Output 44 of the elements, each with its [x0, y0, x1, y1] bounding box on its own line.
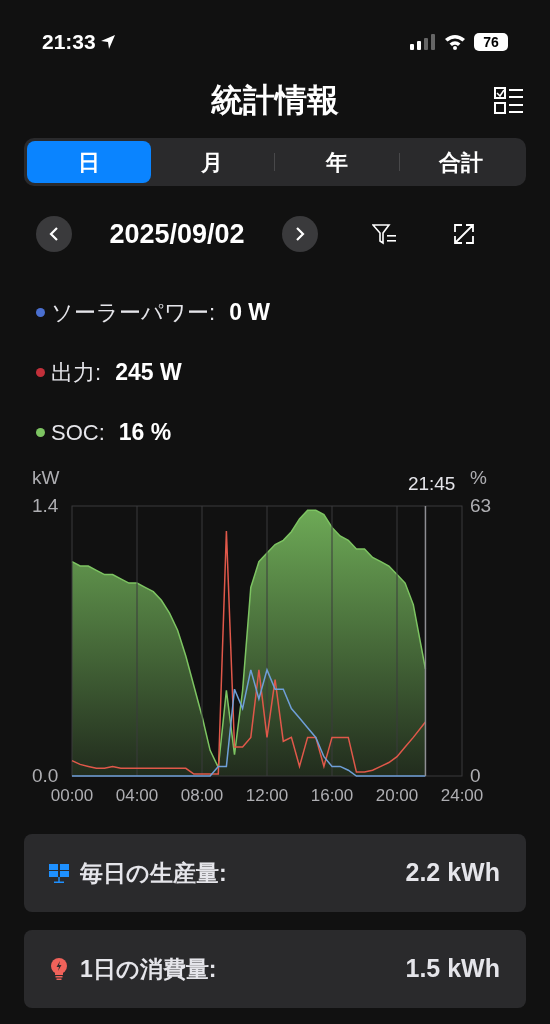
battery-indicator: 76 [474, 33, 508, 51]
location-arrow-icon [99, 34, 116, 50]
period-tab[interactable]: 月 [150, 141, 274, 183]
page-title: 統計情報 [211, 81, 339, 120]
summary-label: 1日の消費量: [80, 954, 217, 984]
summary-label: 毎日の生産量: [80, 858, 227, 888]
summary-value: 1.5 kWh [405, 953, 500, 985]
lightbulb-icon [48, 957, 70, 981]
y-axis-unit: kW [32, 468, 60, 488]
next-day-button[interactable] [282, 216, 318, 252]
x-axis-label: 00:00 [50, 786, 94, 806]
period-tab[interactable]: 年 [275, 141, 399, 183]
legend-label: ソーラーパワー: [51, 298, 216, 327]
x-axis-label: 08:00 [180, 786, 224, 806]
legend-label: SOC: [51, 418, 105, 447]
legend-value: 0 W [229, 297, 270, 327]
filter-icon[interactable] [372, 223, 398, 245]
legend-value: 16 % [118, 417, 172, 447]
x-axis-label: 24:00 [440, 786, 484, 806]
y-axis-label: 1.4 [32, 496, 59, 516]
period-tab[interactable]: 合計 [399, 141, 523, 183]
right-axis-label: 63 [470, 496, 492, 516]
checklist-icon[interactable] [494, 86, 524, 116]
x-axis-label: 20:00 [375, 786, 419, 806]
x-axis-label: 04:00 [115, 786, 159, 806]
legend-label: 出力: [51, 358, 102, 387]
legend-value: 245 W [115, 357, 182, 387]
cursor-time: 21:45 [407, 474, 456, 494]
right-axis-unit: % [470, 468, 487, 488]
x-axis-label: 12:00 [245, 786, 289, 806]
expand-icon[interactable] [453, 223, 475, 245]
signal-icon [410, 34, 436, 50]
wifi-icon [444, 34, 466, 50]
y-axis-label: 0.0 [32, 766, 59, 786]
solar-panel-icon [48, 862, 70, 884]
selected-date: 2025/09/02 [108, 217, 246, 251]
x-axis-label: 16:00 [310, 786, 354, 806]
status-time: 21:33 [42, 29, 96, 56]
chevron-right-icon [294, 226, 306, 242]
previous-day-button[interactable] [36, 216, 72, 252]
right-axis-label: 0 [470, 766, 481, 786]
summary-value: 2.2 kWh [405, 857, 500, 889]
chevron-left-icon [48, 226, 60, 242]
period-tab[interactable]: 日 [27, 141, 151, 183]
